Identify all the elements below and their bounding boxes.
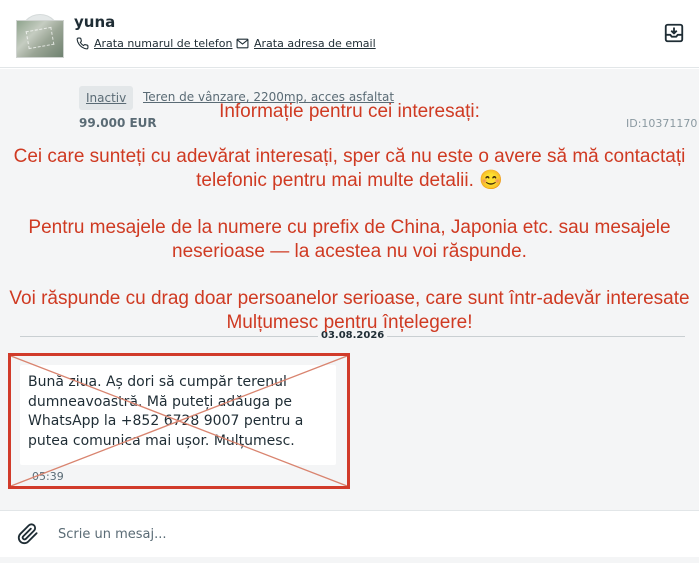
overlay-line-1: Cei care sunteți cu adevărat interesați,…	[13, 146, 686, 167]
show-email-link[interactable]: Arata adresa de email	[236, 37, 376, 50]
listing-thumbnail[interactable]	[16, 20, 64, 58]
paperclip-icon[interactable]	[17, 523, 39, 545]
phone-icon	[76, 37, 89, 50]
overlay-line-2: telefonic pentru mai multe detalii. 😊	[196, 170, 503, 191]
overlay-announcement: Informație pentru cei interesați: Cei ca…	[0, 100, 699, 335]
bottom-edge	[0, 557, 699, 563]
archive-box-icon[interactable]	[663, 22, 685, 44]
show-phone-link[interactable]: Arata numarul de telefon	[76, 37, 233, 50]
overlay-line-4: neserioase — la acestea nu voi răspunde.	[172, 241, 527, 262]
message-time: 05:39	[32, 470, 64, 483]
overlay-line-5: Voi răspunde cu drag doar persoanelor se…	[9, 288, 690, 309]
overlay-line-6: Mulțumesc pentru înțelegere!	[226, 312, 473, 333]
show-email-label: Arata adresa de email	[254, 37, 376, 50]
message-text: Bună ziua. Aș dori să cumpăr terenul dum…	[28, 374, 304, 449]
user-name: yuna	[74, 13, 116, 31]
conversation-header: yuna Arata numarul de telefon Arata adre…	[0, 0, 699, 68]
show-phone-label: Arata numarul de telefon	[94, 37, 233, 50]
message-input[interactable]	[58, 523, 658, 545]
overlay-title: Informație pentru cei interesați:	[219, 101, 480, 122]
overlay-line-3: Pentru mesajele de la numere cu prefix d…	[28, 217, 671, 238]
envelope-icon	[236, 38, 249, 49]
